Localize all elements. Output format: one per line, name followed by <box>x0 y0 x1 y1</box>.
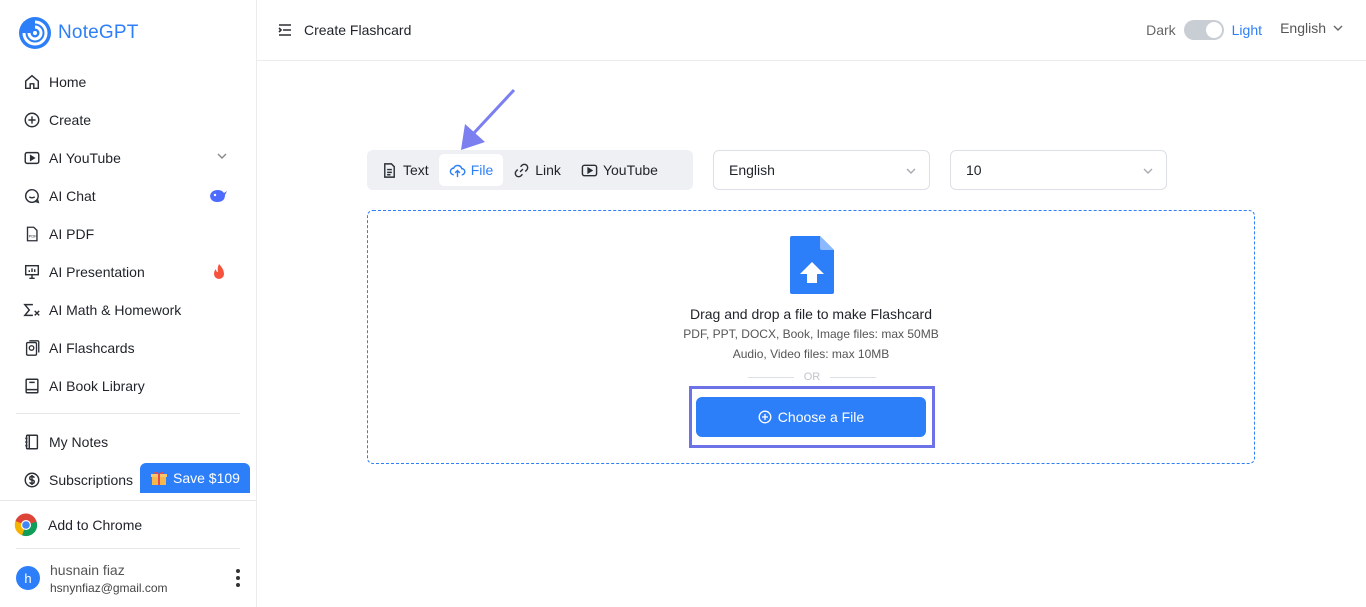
card-count-value: 10 <box>966 162 982 178</box>
sidebar-item-my-notes[interactable]: My Notes <box>0 423 256 461</box>
dropzone-title: Drag and drop a file to make Flashcard <box>689 306 932 322</box>
more-options-icon[interactable] <box>230 569 246 587</box>
chevron-down-icon <box>1143 168 1153 174</box>
sidebar: NoteGPT Home Create AI YouTube AI Chat P… <box>0 0 257 607</box>
choose-file-label: Choose a File <box>777 409 865 425</box>
avatar[interactable]: h <box>16 566 40 590</box>
sidebar-item-label: My Notes <box>49 434 109 450</box>
app-root: NoteGPT Home Create AI YouTube AI Chat P… <box>0 0 1366 607</box>
save-promo-badge[interactable]: Save $109 <box>140 463 250 493</box>
add-to-chrome-button[interactable]: Add to Chrome <box>0 500 256 548</box>
sidebar-item-ai-pdf[interactable]: PDF AI PDF <box>0 215 256 253</box>
chrome-icon <box>14 513 38 536</box>
user-profile[interactable]: h husnain fiaz hsnynfiaz@gmail.com <box>16 548 240 607</box>
sigma-icon <box>22 300 42 320</box>
dollar-icon <box>22 470 42 490</box>
user-name: husnain fiaz <box>50 562 125 578</box>
sidebar-item-label: Home <box>49 74 87 90</box>
add-to-chrome-label: Add to Chrome <box>48 516 143 533</box>
presentation-icon <box>22 262 42 282</box>
notegpt-logo-icon <box>19 17 51 49</box>
notebook-icon <box>22 432 42 452</box>
sidebar-nav: Home Create AI YouTube AI Chat PDF AI PD… <box>0 63 256 499</box>
plus-circle-icon <box>22 110 42 130</box>
file-dropzone[interactable]: Drag and drop a file to make Flashcard P… <box>367 210 1255 464</box>
source-tabs: Text File Link YouTube <box>367 150 693 190</box>
deepseek-whale-icon <box>208 187 228 208</box>
sidebar-item-label: AI Book Library <box>49 378 145 394</box>
sidebar-item-ai-youtube[interactable]: AI YouTube <box>0 139 256 177</box>
cloud-upload-icon <box>449 164 466 177</box>
chevron-down-icon <box>1333 25 1343 31</box>
theme-toggle[interactable] <box>1183 20 1224 40</box>
book-icon <box>22 376 42 396</box>
sidebar-item-label: AI Presentation <box>49 264 145 280</box>
sidebar-item-subscriptions[interactable]: Subscriptions Save $109 <box>0 461 256 499</box>
sidebar-item-label: AI Flashcards <box>49 340 135 356</box>
annotation-arrow-icon <box>461 88 516 150</box>
sidebar-divider <box>16 413 240 414</box>
card-count-select[interactable]: 10 <box>950 150 1167 190</box>
or-divider: OR <box>748 371 876 383</box>
language-select-value: English <box>729 162 775 178</box>
top-header: Create Flashcard Dark Light English <box>257 0 1366 61</box>
theme-switch: Dark Light <box>1146 20 1262 40</box>
fire-icon <box>210 263 228 284</box>
tab-label: Link <box>535 162 561 178</box>
or-label: OR <box>803 371 821 383</box>
chevron-down-icon <box>906 168 916 174</box>
sidebar-item-create[interactable]: Create <box>0 101 256 139</box>
language-switcher[interactable]: English <box>1280 20 1344 36</box>
save-badge-label: Save $109 <box>173 470 240 486</box>
language-select[interactable]: English <box>713 150 930 190</box>
chevron-down-icon[interactable] <box>216 149 228 165</box>
link-icon <box>514 163 529 177</box>
plus-circle-icon <box>758 410 772 424</box>
collapse-menu-icon[interactable] <box>277 22 293 38</box>
language-label: English <box>1280 20 1326 36</box>
theme-dark-label[interactable]: Dark <box>1146 22 1176 38</box>
dropzone-limit-documents: PDF, PPT, DOCX, Book, Image files: max 5… <box>683 327 939 341</box>
dropzone-limit-media: Audio, Video files: max 10MB <box>732 347 890 361</box>
brand-name: NoteGPT <box>58 22 139 43</box>
document-icon <box>384 162 395 178</box>
sidebar-item-home[interactable]: Home <box>0 63 256 101</box>
play-icon <box>22 148 42 168</box>
chat-icon <box>22 186 42 206</box>
tab-label: Text <box>403 162 429 178</box>
sidebar-item-ai-book-library[interactable]: AI Book Library <box>0 367 256 405</box>
sidebar-item-label: AI Math & Homework <box>49 302 182 318</box>
tab-file[interactable]: File <box>438 154 504 186</box>
gift-icon <box>151 471 167 485</box>
tab-link[interactable]: Link <box>503 154 571 186</box>
home-icon <box>22 72 42 92</box>
sidebar-item-label: Create <box>49 112 92 128</box>
flashcards-icon <box>22 338 42 358</box>
svg-text:PDF: PDF <box>29 234 38 239</box>
video-play-icon <box>581 164 598 176</box>
file-upload-icon <box>790 236 834 294</box>
page-title: Create Flashcard <box>304 22 412 38</box>
sidebar-item-label: AI PDF <box>49 226 95 242</box>
logo[interactable]: NoteGPT <box>18 16 139 50</box>
tab-label: YouTube <box>602 162 658 178</box>
sidebar-item-ai-math[interactable]: AI Math & Homework <box>0 291 256 329</box>
sidebar-item-ai-presentation[interactable]: AI Presentation <box>0 253 256 291</box>
tab-text[interactable]: Text <box>371 154 439 186</box>
pdf-icon: PDF <box>22 224 42 244</box>
tab-label: File <box>470 162 494 178</box>
sidebar-item-label: AI Chat <box>49 188 96 204</box>
tab-youtube[interactable]: YouTube <box>571 154 668 186</box>
sidebar-item-ai-flashcards[interactable]: AI Flashcards <box>0 329 256 367</box>
sidebar-item-label: Subscriptions <box>49 472 134 488</box>
sidebar-item-ai-chat[interactable]: AI Chat <box>0 177 256 215</box>
sidebar-item-label: AI YouTube <box>49 150 121 166</box>
user-email: hsnynfiaz@gmail.com <box>50 581 168 595</box>
theme-light-label[interactable]: Light <box>1232 22 1262 38</box>
choose-file-button[interactable]: Choose a File <box>696 397 926 437</box>
